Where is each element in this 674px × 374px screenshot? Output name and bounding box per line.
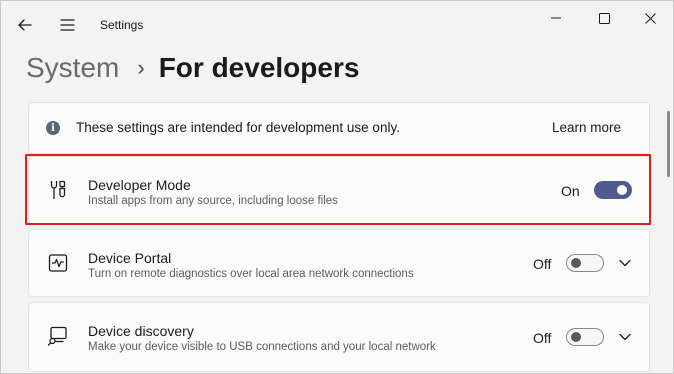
title-bar: Settings bbox=[1, 1, 673, 47]
setting-device-portal[interactable]: Device Portal Turn on remote diagnostics… bbox=[28, 229, 650, 297]
info-banner: i These settings are intended for develo… bbox=[28, 102, 650, 154]
navigation-menu-button[interactable] bbox=[53, 11, 81, 39]
breadcrumb: System › For developers bbox=[26, 48, 359, 88]
breadcrumb-system-link[interactable]: System bbox=[26, 52, 119, 84]
minimize-icon bbox=[551, 17, 561, 19]
setting-title: Device Portal bbox=[88, 250, 172, 266]
device-discovery-toggle[interactable] bbox=[566, 328, 604, 346]
breadcrumb-separator: › bbox=[137, 55, 145, 80]
setting-title: Device discovery bbox=[88, 323, 194, 339]
setting-description: Turn on remote diagnostics over local ar… bbox=[88, 268, 414, 280]
maximize-button[interactable] bbox=[581, 3, 627, 33]
back-arrow-icon bbox=[18, 19, 32, 31]
chevron-down-icon bbox=[619, 333, 631, 341]
highlight-box bbox=[25, 154, 651, 225]
device-portal-toggle[interactable] bbox=[566, 254, 604, 272]
maximize-icon bbox=[598, 12, 610, 24]
expand-button[interactable] bbox=[617, 329, 633, 345]
close-button[interactable] bbox=[627, 3, 673, 33]
pulse-monitor-icon bbox=[48, 254, 68, 272]
setting-device-discovery[interactable]: Device discovery Make your device visibl… bbox=[28, 302, 650, 372]
toggle-knob bbox=[571, 332, 581, 342]
scrollbar-thumb[interactable] bbox=[667, 111, 670, 177]
back-button[interactable] bbox=[11, 11, 39, 39]
expand-button[interactable] bbox=[617, 255, 633, 271]
learn-more-link[interactable]: Learn more bbox=[552, 120, 621, 135]
chevron-down-icon bbox=[619, 259, 631, 267]
device-search-icon bbox=[47, 326, 67, 346]
app-title: Settings bbox=[100, 18, 144, 32]
minimize-button[interactable] bbox=[533, 3, 579, 33]
setting-description: Make your device visible to USB connecti… bbox=[88, 341, 436, 353]
hamburger-menu-icon bbox=[60, 19, 74, 31]
toggle-state-label: Off bbox=[533, 256, 552, 272]
toggle-state-label: Off bbox=[533, 330, 552, 346]
close-icon bbox=[644, 12, 656, 24]
info-banner-text: These settings are intended for developm… bbox=[76, 120, 400, 135]
page-title: For developers bbox=[158, 52, 360, 83]
info-icon: i bbox=[46, 121, 60, 135]
settings-window: Settings System › For developers i These… bbox=[0, 0, 674, 374]
toggle-knob bbox=[571, 258, 581, 268]
